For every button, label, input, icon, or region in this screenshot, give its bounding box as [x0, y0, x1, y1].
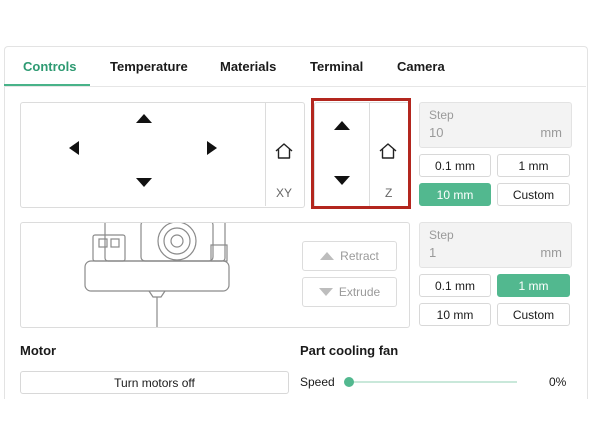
fan-speed-value: 0% — [549, 375, 567, 389]
tab-camera[interactable]: Camera — [397, 59, 445, 74]
extrude-step-input[interactable]: Step 1 mm — [419, 222, 572, 268]
tab-temperature[interactable]: Temperature — [110, 59, 188, 74]
jog-y-plus-icon[interactable] — [136, 114, 152, 123]
tab-bar — [4, 46, 586, 87]
jog-step-label: Step — [429, 108, 454, 122]
jog-x-plus-icon[interactable] — [207, 141, 217, 155]
tab-materials[interactable]: Materials — [220, 59, 276, 74]
fan-speed-label: Speed — [300, 375, 335, 389]
print-head-illustration — [84, 223, 230, 327]
motor-title: Motor — [20, 343, 57, 358]
home-xy-icon[interactable] — [274, 142, 294, 160]
extrude-button[interactable]: Extrude — [302, 277, 397, 307]
extrude-step-label: Step — [429, 228, 454, 242]
extrude-label: Extrude — [338, 285, 381, 299]
turn-motors-off-button[interactable]: Turn motors off — [20, 371, 289, 394]
jog-step-unit: mm — [540, 125, 562, 140]
jog-step-custom-button[interactable]: Custom — [497, 183, 570, 206]
fan-speed-slider[interactable] — [349, 381, 517, 383]
jog-step-10mm-button[interactable]: 10 mm — [419, 183, 491, 206]
extrude-arrow-icon — [318, 288, 333, 296]
jog-step-1mm-button[interactable]: 1 mm — [497, 154, 570, 177]
fan-title: Part cooling fan — [300, 343, 399, 358]
extrude-step-unit: mm — [540, 245, 562, 260]
extrude-step-custom-button[interactable]: Custom — [497, 303, 570, 326]
extrude-step-0.1mm-button[interactable]: 0.1 mm — [419, 274, 491, 297]
jog-step-0.1mm-button[interactable]: 0.1 mm — [419, 154, 491, 177]
jog-x-minus-icon[interactable] — [69, 141, 79, 155]
retract-button[interactable]: Retract — [302, 241, 397, 271]
jog-step-value: 10 — [429, 125, 444, 140]
xy-axis-label: XY — [276, 186, 293, 200]
z-pad-highlight — [311, 98, 411, 209]
extruder-panel — [20, 222, 410, 328]
fan-speed-slider-thumb[interactable] — [344, 377, 354, 387]
retract-label: Retract — [340, 249, 379, 263]
tab-terminal[interactable]: Terminal — [310, 59, 363, 74]
extrude-step-1mm-button[interactable]: 1 mm — [497, 274, 570, 297]
extrude-step-10mm-button[interactable]: 10 mm — [419, 303, 491, 326]
xy-divider — [265, 103, 266, 206]
extrude-step-value: 1 — [429, 245, 437, 260]
xy-jog-pad — [20, 102, 305, 208]
retract-arrow-icon — [320, 252, 335, 260]
jog-y-minus-icon[interactable] — [136, 178, 152, 187]
tab-controls[interactable]: Controls — [23, 59, 76, 74]
jog-step-input[interactable]: Step 10 mm — [419, 102, 572, 148]
active-tab-indicator — [4, 84, 90, 86]
